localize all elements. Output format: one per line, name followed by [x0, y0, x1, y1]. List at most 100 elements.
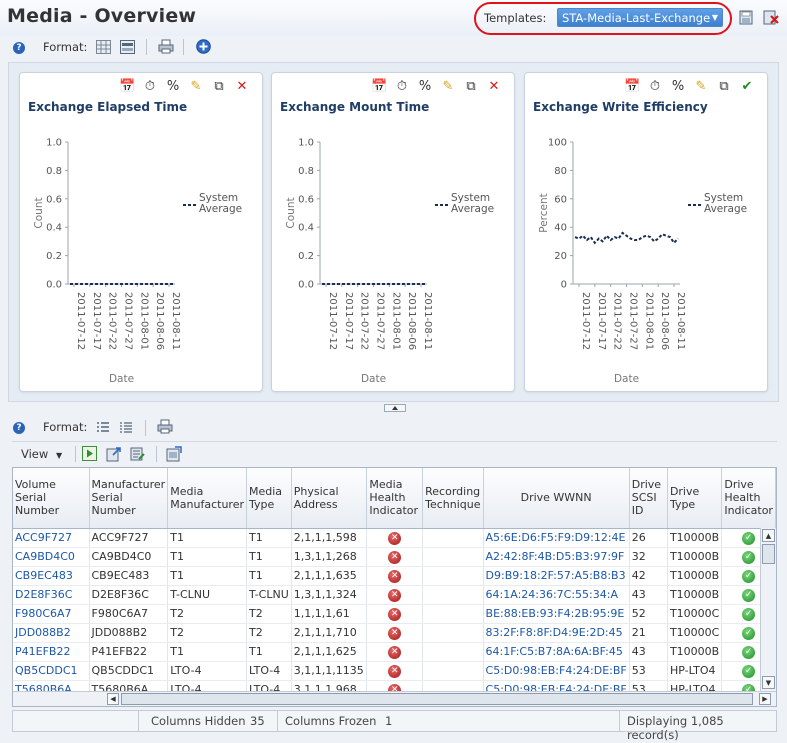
chart-title: Exchange Write Efficiency	[533, 100, 708, 114]
column-header[interactable]: Drive Health Indicator	[721, 468, 776, 529]
run-icon[interactable]	[82, 446, 97, 464]
view-menu-button[interactable]: View ▼	[16, 445, 72, 464]
column-header[interactable]: Drive Type	[667, 468, 723, 529]
table-row[interactable]: JDD088B2 JDD088B2 T2 T2 2,1,1,1,710 ✕ 83:2F:F8…	[13, 623, 776, 643]
volume-serial-cell[interactable]: P41EFB22	[13, 642, 90, 662]
divider	[277, 711, 278, 731]
ok-status-icon: ✓	[742, 608, 756, 621]
drive-wwnn-cell[interactable]: C5:D0:98:EB:F4:24:DE:BF	[483, 661, 630, 681]
chart-toolbar: 📅 ⏱% ✎ ⧉ ✕	[112, 79, 250, 95]
close-icon[interactable]: ✔	[739, 79, 755, 95]
scroll-down-icon[interactable]: ▼	[762, 676, 775, 689]
list-format-icon[interactable]	[96, 421, 110, 436]
drive-scsi-id-cell: 53	[629, 661, 668, 681]
grid-layout-icon[interactable]	[96, 40, 111, 57]
table-row[interactable]: CB9EC483 CB9EC483 T1 T1 2,1,1,1,635 ✕ D9:B9:18…	[13, 566, 776, 586]
volume-serial-cell[interactable]: QB5CDDC1	[13, 661, 90, 681]
volume-serial-cell[interactable]: CB9EC483	[13, 566, 90, 586]
drive-wwnn-cell[interactable]: BE:88:EB:93:F4:2B:95:9E	[483, 604, 630, 624]
view-menu-label: View	[21, 447, 49, 461]
toolbar-separator	[183, 39, 184, 55]
horizontal-scrollbar[interactable]: ◀ ▶	[13, 691, 776, 706]
drive-wwnn-cell[interactable]: D9:B9:18:2F:57:A5:B8:B3	[483, 566, 630, 586]
drive-wwnn-cell[interactable]: 64:1A:24:36:7C:55:34:A	[483, 585, 630, 605]
column-header[interactable]: Volume Serial Number	[13, 468, 90, 529]
save-icon[interactable]	[739, 10, 754, 25]
drive-wwnn-cell[interactable]: 64:1F:C5:B7:8A:6A:BF:45	[483, 642, 630, 662]
add-icon[interactable]	[196, 39, 211, 57]
clock-icon[interactable]: ⏱	[142, 79, 158, 95]
print-icon[interactable]	[158, 39, 174, 57]
drive-wwnn-cell[interactable]: 83:2F:F8:8F:D4:9E:2D:45	[483, 623, 630, 643]
y-tick-label: 1.0	[298, 138, 314, 149]
column-header[interactable]: Drive WWNN	[483, 468, 630, 529]
edit-icon[interactable]: ✎	[693, 79, 709, 95]
clock-icon[interactable]: ⏱	[394, 79, 410, 95]
column-header[interactable]: Manufacturer Serial Number	[89, 468, 169, 529]
x-tick-label: 2011-08-06	[406, 292, 417, 350]
volume-serial-cell[interactable]: ACC9F727	[13, 528, 90, 548]
scroll-thumb[interactable]	[121, 693, 753, 705]
print-icon[interactable]	[157, 419, 173, 437]
table-row[interactable]: D2E8F36C D2E8F36C T-CLNU T-CLNU 1,3,1,1,324 ✕…	[13, 585, 776, 605]
filter-edit-icon[interactable]	[130, 446, 146, 465]
collapse-splitter[interactable]	[384, 404, 406, 412]
close-icon[interactable]: ✕	[486, 79, 502, 95]
export-icon[interactable]: ⧉	[211, 79, 227, 95]
error-status-icon: ✕	[388, 589, 402, 602]
column-header[interactable]: Recording Technique	[422, 468, 484, 529]
column-header[interactable]: Drive SCSI ID	[629, 468, 668, 529]
date-range-icon[interactable]: 📅	[371, 79, 387, 95]
table-row[interactable]: QB5CDDC1 QB5CDDC1 LTO-4 LTO-4 3,1,1,1,1135 ✕ C…	[13, 661, 776, 681]
export-icon[interactable]: ⧉	[463, 79, 479, 95]
detach-icon[interactable]	[166, 446, 182, 465]
x-axis-label: Date	[109, 373, 134, 385]
toolbar-separator	[145, 420, 146, 436]
close-icon[interactable]: ✕	[234, 79, 250, 95]
volume-serial-cell[interactable]: D2E8F36C	[13, 585, 90, 605]
volume-serial-cell[interactable]: CA9BD4C0	[13, 547, 90, 567]
column-header[interactable]: Media Health Indicator	[366, 468, 424, 529]
help-icon[interactable]: ?	[13, 422, 25, 434]
export-data-icon[interactable]	[106, 446, 122, 465]
table-row[interactable]: CA9BD4C0 CA9BD4C0 T1 T1 1,3,1,1,268 ✕ A2:42:8F…	[13, 547, 776, 567]
table-row[interactable]: ACC9F727 ACC9F727 T1 T1 2,1,1,1,598 ✕ A5:6E:D6…	[13, 528, 776, 548]
drive-type-cell: T10000B	[667, 547, 723, 567]
x-tick-label: 2011-07-22	[359, 292, 370, 350]
error-status-icon: ✕	[388, 532, 402, 545]
x-axis-label: Date	[361, 373, 386, 385]
date-range-icon[interactable]: 📅	[624, 79, 640, 95]
scroll-thumb[interactable]	[762, 544, 775, 564]
edit-icon[interactable]: ✎	[440, 79, 456, 95]
row-layout-icon[interactable]	[120, 40, 135, 57]
column-header[interactable]: Physical Address	[291, 468, 368, 529]
table-row[interactable]: F980C6A7 F980C6A7 T2 T2 1,1,1,1,61 ✕ BE:88:EB:…	[13, 604, 776, 624]
clock-icon[interactable]: ⏱	[647, 79, 663, 95]
vertical-scrollbar[interactable]: ▲ ▼	[760, 528, 776, 691]
detail-format-icon[interactable]	[119, 421, 133, 436]
percent-icon[interactable]: %	[165, 79, 181, 95]
edit-icon[interactable]: ✎	[188, 79, 204, 95]
media-health-cell: ✕	[366, 604, 424, 624]
chart-card: 📅 ⏱% ✎ ⧉ ✕ Exchange Elapsed Time 1.0 0.8 0.6 0.…	[19, 72, 263, 392]
drive-wwnn-cell[interactable]: A5:6E:D6:F5:F9:D9:12:4E	[483, 528, 630, 548]
date-range-icon[interactable]: 📅	[119, 79, 135, 95]
column-header[interactable]: Media Type	[246, 468, 292, 529]
delete-template-icon[interactable]	[763, 10, 779, 25]
drive-wwnn-cell[interactable]: A2:42:8F:4B:D5:B3:97:9F	[483, 547, 630, 567]
percent-icon[interactable]: %	[670, 79, 686, 95]
scroll-right-icon[interactable]: ▶	[759, 693, 771, 705]
volume-serial-cell[interactable]: JDD088B2	[13, 623, 90, 643]
volume-serial-cell[interactable]: F980C6A7	[13, 604, 90, 624]
scroll-up-icon[interactable]: ▲	[762, 529, 775, 542]
media-health-cell: ✕	[366, 528, 424, 548]
media-health-cell: ✕	[366, 623, 424, 643]
manufacturer-serial-cell: F980C6A7	[89, 604, 169, 624]
scroll-left-icon[interactable]: ◀	[107, 693, 119, 705]
help-icon[interactable]: ?	[13, 42, 25, 54]
media-type-cell: T1	[246, 547, 292, 567]
percent-icon[interactable]: %	[417, 79, 433, 95]
column-header[interactable]: Media Manufacturer	[167, 468, 247, 529]
export-icon[interactable]: ⧉	[716, 79, 732, 95]
table-row[interactable]: P41EFB22 P41EFB22 T1 T1 2,1,1,1,625 ✕ 64:1F:C5…	[13, 642, 776, 662]
